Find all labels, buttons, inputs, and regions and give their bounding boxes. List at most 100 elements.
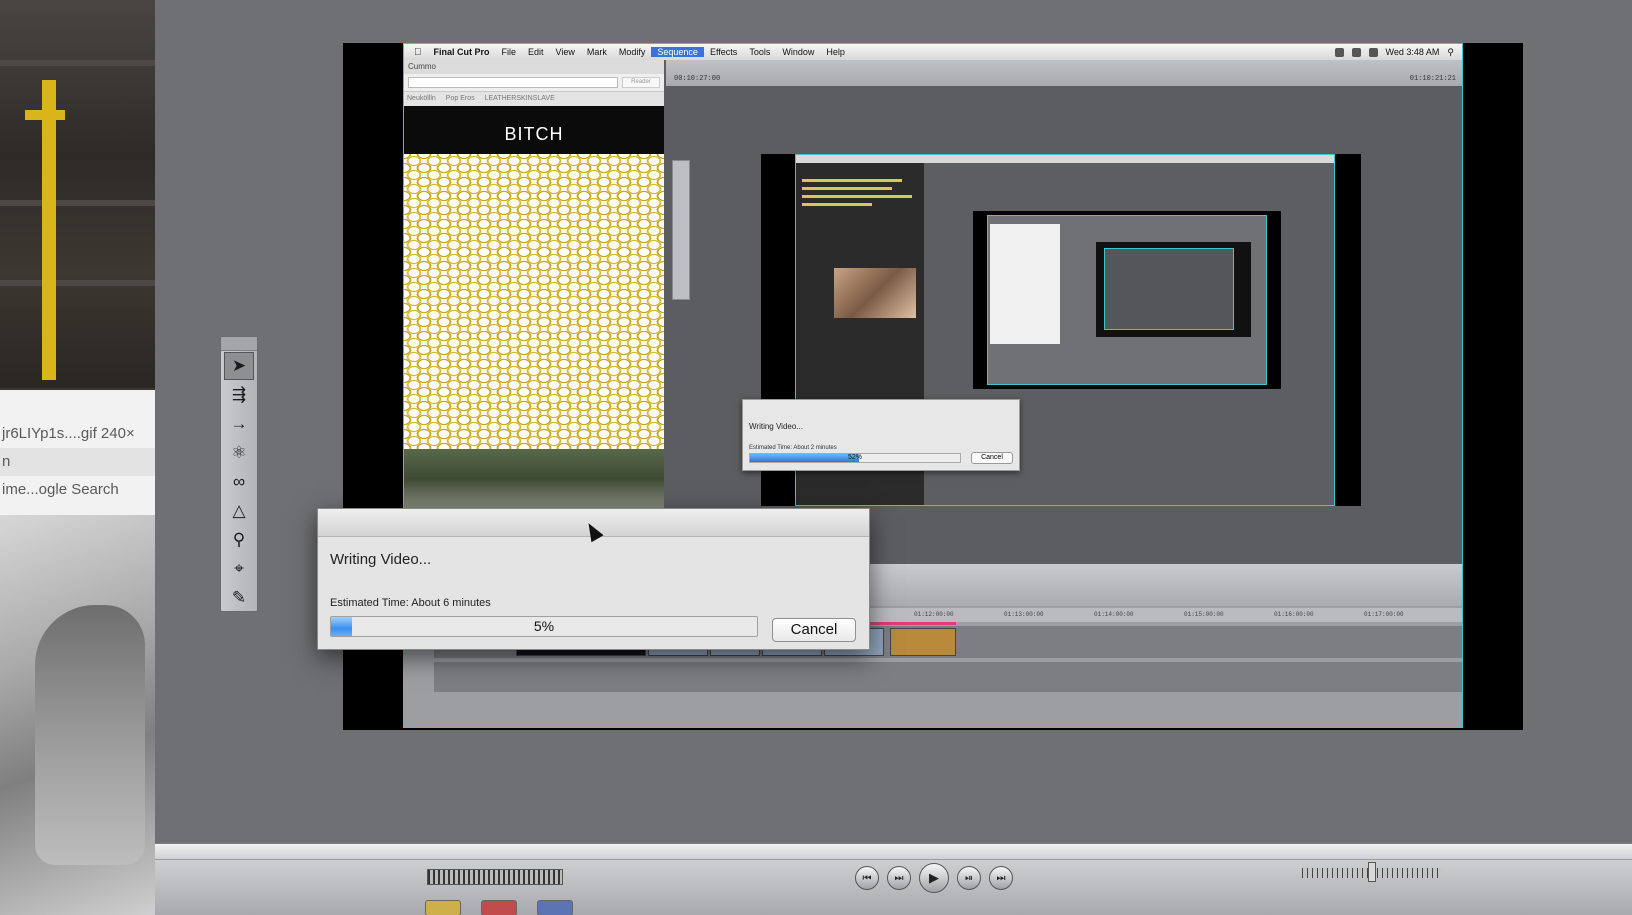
address-field[interactable]	[408, 77, 618, 88]
history-item[interactable]: jr6LIYp1s....gif 240×	[0, 420, 155, 448]
selection-arrow-icon[interactable]: ➤	[224, 352, 254, 380]
menu-clock[interactable]: Wed 3:48 AM	[1386, 44, 1440, 60]
timeline-ruler[interactable]: 01:12:00:00 01:13:00:00 01:14:00:00 01:1…	[854, 608, 1462, 622]
audio-track[interactable]	[434, 662, 1462, 692]
cancel-button[interactable]: Cancel	[772, 618, 856, 642]
site-photo	[404, 449, 664, 509]
razor-blade-icon[interactable]: △	[224, 497, 254, 525]
jog-control[interactable]	[427, 869, 563, 885]
nested-canvas-3	[1096, 242, 1251, 337]
volume-icon[interactable]	[1351, 47, 1361, 57]
play-around-icon[interactable]: ⏯	[957, 866, 981, 890]
nested-progress-percent: 52%	[847, 454, 862, 461]
text-line	[802, 187, 892, 190]
crop-icon[interactable]: ⌖	[224, 555, 254, 583]
text-line	[802, 195, 912, 198]
menu-modify[interactable]: Modify	[613, 47, 652, 57]
nested-writing-dialog: Writing Video... Estimated Time: About 2…	[742, 399, 1020, 471]
background-photo-top	[0, 0, 155, 388]
progress-percent: 5%	[533, 618, 555, 634]
history-list: jr6LIYp1s....gif 240× n ime...ogle Searc…	[0, 390, 155, 515]
dialog-title: Writing Video...	[330, 551, 432, 568]
timeline-clip[interactable]	[890, 628, 956, 656]
nested-photo	[834, 268, 916, 318]
chain-image	[404, 154, 664, 449]
yellow-pole	[42, 80, 56, 380]
render-bar	[856, 622, 956, 625]
menu-help[interactable]: Help	[820, 47, 851, 57]
bookmark[interactable]: Neuköllln	[407, 92, 436, 106]
shelf	[0, 60, 155, 66]
background-window: jr6LIYp1s....gif 240× n ime...ogle Searc…	[0, 0, 155, 915]
browser-tab[interactable]: Cummo	[404, 60, 664, 74]
site-header: BITCH	[404, 106, 664, 154]
reader-button[interactable]: Reader	[622, 77, 660, 88]
ruler-timecode: 01:12:00:00	[914, 611, 954, 618]
track-select-icon[interactable]: ⇶	[224, 381, 254, 409]
ripple-edit-icon[interactable]: →	[224, 410, 254, 438]
viewer-controls: ⏮ ⏭ ▶ ⏯ ⏭	[155, 843, 1632, 915]
browser-toolbar: Reader	[404, 74, 664, 92]
play-in-to-out-icon[interactable]: ⏭	[887, 866, 911, 890]
nested-dialog-estimate: Estimated Time: About 2 minutes	[749, 445, 837, 451]
ruler-timecode: 01:17:00:00	[1364, 611, 1404, 618]
menu-edit[interactable]: Edit	[522, 47, 550, 57]
apple-icon[interactable]: 	[404, 47, 428, 58]
palette-titlebar[interactable]	[221, 337, 257, 351]
nested-cancel-button[interactable]: Cancel	[971, 452, 1013, 464]
menu-effects[interactable]: Effects	[704, 47, 743, 57]
transport-controls: ⏮ ⏭ ▶ ⏯ ⏭	[855, 863, 1013, 893]
shelf	[0, 280, 155, 286]
history-item[interactable]: ime...ogle Search	[0, 476, 155, 504]
small-tool-palette	[672, 160, 690, 300]
nested-dialog-title: Writing Video...	[749, 422, 803, 431]
history-item[interactable]: n	[0, 448, 155, 476]
go-to-end-icon[interactable]: ⏭	[989, 866, 1013, 890]
scrubber-bar[interactable]	[155, 844, 1632, 860]
bookmark[interactable]: Pop Eros	[446, 92, 475, 106]
menu-file[interactable]: File	[496, 47, 523, 57]
canvas-toolbar: 00:10:27:00 01:10:21:21	[666, 60, 1462, 86]
menu-extras: Wed 3:48 AM ⚲	[1334, 44, 1454, 60]
zoom-icon[interactable]: ⚲	[224, 526, 254, 554]
shelf	[0, 200, 155, 206]
bookmarks-bar: Neuköllln Pop Eros LEATHERSKINSLAVE	[404, 92, 664, 106]
edit-buttons	[425, 900, 573, 915]
nested-menu-bar	[796, 155, 1334, 163]
person-figure	[35, 605, 145, 865]
timeline-transport	[844, 564, 1462, 606]
menu-sequence[interactable]: Sequence	[651, 47, 704, 57]
wifi-icon[interactable]	[1334, 47, 1344, 57]
slip-edit-icon[interactable]: ∞	[224, 468, 254, 496]
tool-palette: ➤ ⇶ → ⚛ ∞ △ ⚲ ⌖ ✎	[220, 336, 258, 612]
bookmark[interactable]: LEATHERSKINSLAVE	[485, 92, 555, 106]
replace-edit-button[interactable]	[537, 900, 573, 915]
ruler-timecode: 01:15:00:00	[1184, 611, 1224, 618]
nested-progress-bar: 52%	[749, 453, 961, 463]
shuttle-knob[interactable]	[1368, 862, 1376, 882]
overwrite-edit-button[interactable]	[481, 900, 517, 915]
menu-tools[interactable]: Tools	[743, 47, 776, 57]
menu-mark[interactable]: Mark	[581, 47, 613, 57]
insert-edit-button[interactable]	[425, 900, 461, 915]
pen-icon[interactable]: ✎	[224, 584, 254, 612]
timecode-duration[interactable]: 00:10:27:00	[674, 75, 720, 83]
background-photo-bottom	[0, 515, 155, 915]
menu-bar:  Final Cut Pro File Edit View Mark Modi…	[404, 44, 1462, 60]
roll-edit-icon[interactable]: ⚛	[224, 439, 254, 467]
menu-window[interactable]: Window	[776, 47, 820, 57]
nested-canvas-2	[973, 211, 1281, 389]
battery-icon[interactable]	[1368, 47, 1378, 57]
dialog-estimate: Estimated Time: About 6 minutes	[330, 597, 491, 609]
spotlight-icon[interactable]: ⚲	[1447, 44, 1454, 60]
text-line	[802, 179, 902, 182]
go-to-start-icon[interactable]: ⏮	[855, 866, 879, 890]
progress-bar: 5%	[330, 616, 758, 637]
nested-browser-2	[990, 224, 1060, 344]
ruler-timecode: 01:14:00:00	[1094, 611, 1134, 618]
menu-app[interactable]: Final Cut Pro	[428, 47, 496, 57]
timecode-current[interactable]: 01:10:21:21	[1410, 75, 1456, 83]
play-icon[interactable]: ▶	[919, 863, 949, 893]
ruler-timecode: 01:16:00:00	[1274, 611, 1314, 618]
menu-view[interactable]: View	[550, 47, 581, 57]
